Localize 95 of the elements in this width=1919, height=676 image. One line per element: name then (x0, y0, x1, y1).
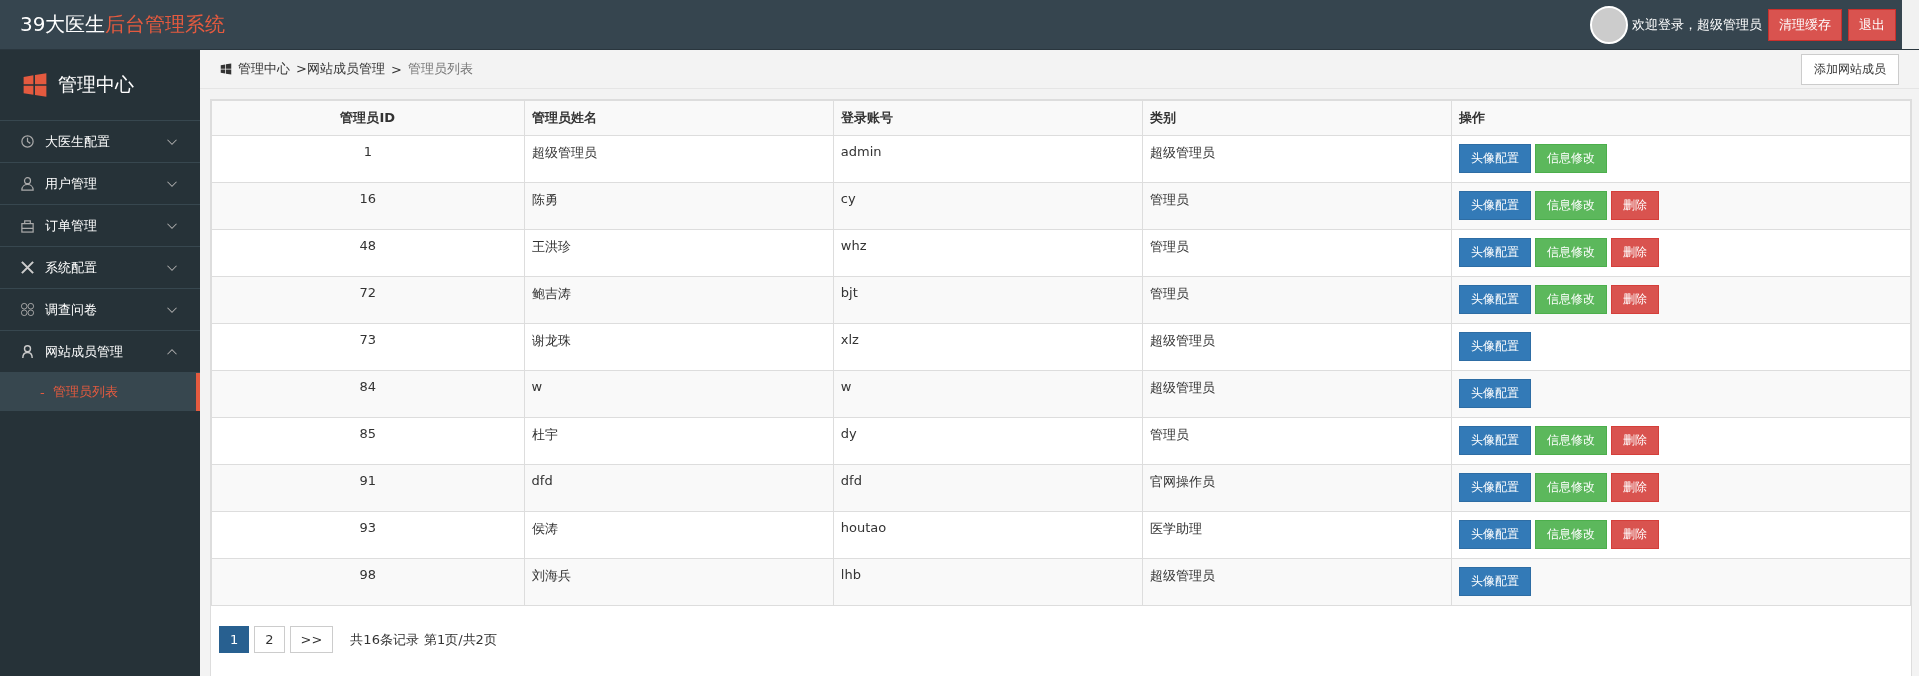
grid-icon (20, 302, 35, 317)
table-cell-text: houtao (840, 519, 887, 535)
table-cell-text: 超级管理员 (531, 144, 597, 162)
edit-info-button[interactable]: 信息修改 (1535, 191, 1608, 220)
breadcrumb-link[interactable]: >网站成员管理 (296, 60, 385, 78)
column-header: 管理员姓名 (524, 100, 834, 136)
table-cell-text: whz (840, 237, 867, 253)
clear-cache-button[interactable]: 清理缓存 (1768, 8, 1842, 41)
delete-button[interactable]: 删除 (1611, 473, 1660, 502)
table-cell-text: 官网操作员 (1150, 473, 1215, 491)
delete-button[interactable]: 删除 (1611, 191, 1660, 220)
table-cell-text: dfd (840, 472, 862, 488)
table-cell-text: 84 (359, 378, 377, 394)
table-cell-text: 98 (359, 566, 377, 582)
bullet-text: - (40, 384, 45, 400)
record-count: 共16条记录 (350, 630, 419, 649)
table-cell-text: 93 (359, 519, 377, 535)
avatar-config-button[interactable]: 头像配置 (1459, 238, 1532, 267)
clock-icon (20, 134, 35, 149)
table-cell-text: 超级管理员 (1150, 332, 1215, 350)
table-cell-text: 超级管理员 (1150, 567, 1215, 585)
table-cell-text: 48 (359, 237, 377, 253)
table-cell-text: 刘海兵 (531, 567, 571, 585)
table-cell-text: admin (840, 143, 882, 159)
edit-info-button[interactable]: 信息修改 (1535, 473, 1608, 502)
page-button[interactable]: 2 (254, 626, 285, 653)
table-cell-text: 72 (359, 284, 377, 300)
delete-button[interactable]: 删除 (1611, 426, 1660, 455)
avatar-config-button[interactable]: 头像配置 (1459, 473, 1532, 502)
table-cell-text: w (840, 378, 852, 394)
avatar-config-button[interactable]: 头像配置 (1459, 285, 1532, 314)
submenu-item[interactable]: - 管理员列表 (0, 373, 200, 411)
edit-info-button[interactable]: 信息修改 (1535, 426, 1608, 455)
windows-logo-icon (22, 72, 48, 98)
column-header: 类别 (1142, 100, 1452, 136)
table-cell-text: 85 (359, 425, 377, 441)
bag-icon (20, 218, 35, 233)
table-cell-text: lhb (840, 566, 861, 582)
edit-info-button[interactable]: 信息修改 (1535, 238, 1608, 267)
edit-info-button[interactable]: 信息修改 (1535, 144, 1608, 173)
delete-button[interactable]: 删除 (1611, 520, 1660, 549)
table-cell-text: bjt (840, 284, 858, 300)
table-cell-text: 王洪珍 (531, 238, 571, 256)
table-cell-text: 鲍吉涛 (531, 285, 571, 303)
breadcrumb-current: 管理员列表 (407, 60, 473, 78)
table-cell-text: 医学助理 (1150, 520, 1202, 538)
table-cell-text: 管理员 (1150, 191, 1189, 209)
delete-button[interactable]: 删除 (1611, 285, 1660, 314)
column-header: 管理员ID (211, 100, 525, 136)
submenu-label: 管理员列表 (52, 383, 118, 401)
table-cell-text: 管理员 (1150, 426, 1189, 444)
welcome-text: 欢迎登录，超级管理员 (1632, 15, 1762, 34)
page-info: 第1页/共2页 (423, 630, 497, 649)
table-cell-text: 管理员 (1150, 285, 1189, 303)
column-header: 登录账号 (833, 100, 1143, 136)
table-cell-text: w (531, 378, 543, 394)
user-icon (20, 176, 35, 191)
avatar-icon (1590, 5, 1628, 44)
avatar-config-button[interactable]: 头像配置 (1459, 144, 1532, 173)
next-page-button[interactable]: >> (289, 626, 334, 653)
table-cell-text: 管理员 (1150, 238, 1189, 256)
add-member-button[interactable]: 添加网站成员 (1801, 53, 1899, 85)
edit-info-button[interactable]: 信息修改 (1535, 520, 1608, 549)
table-cell-text: 16 (359, 190, 377, 206)
table-cell-text: dfd (531, 472, 553, 488)
table-cell-text: cy (840, 190, 856, 206)
table-cell-text: 侯涛 (531, 520, 558, 538)
user-icon (20, 344, 35, 359)
avatar-config-button[interactable]: 头像配置 (1459, 520, 1532, 549)
table-cell-text: 1 (363, 143, 372, 159)
logout-button[interactable]: 退出 (1848, 8, 1896, 41)
avatar-config-button[interactable]: 头像配置 (1459, 191, 1532, 220)
sidebar-title: 管理中心 (58, 72, 134, 97)
windows-logo-icon (220, 63, 232, 75)
avatar-config-button[interactable]: 头像配置 (1459, 426, 1532, 455)
table-cell-text: xlz (840, 331, 859, 347)
table-cell-text: 超级管理员 (1150, 144, 1215, 162)
scrollbar[interactable] (1902, 0, 1919, 49)
table-cell-text: 超级管理员 (1150, 379, 1215, 397)
table-cell-text: 谢龙珠 (531, 332, 571, 350)
column-header: 操作 (1451, 100, 1911, 136)
edit-info-button[interactable]: 信息修改 (1535, 285, 1608, 314)
page-button[interactable]: 1 (219, 626, 250, 653)
table-cell-text: 陈勇 (531, 191, 558, 209)
breadcrumb-link[interactable]: 管理中心 (238, 60, 290, 78)
table-cell-text: 杜宇 (531, 426, 558, 444)
table-cell-text: 73 (359, 331, 377, 347)
delete-button[interactable]: 删除 (1611, 238, 1660, 267)
breadcrumb-text: > (390, 61, 402, 77)
table-cell-text: 91 (359, 472, 377, 488)
avatar-config-button[interactable]: 头像配置 (1459, 567, 1532, 596)
table-cell-text: dy (840, 425, 857, 441)
avatar-config-button[interactable]: 头像配置 (1459, 379, 1532, 408)
app-title: 39大医生后台管理系统 (20, 11, 226, 38)
avatar-config-button[interactable]: 头像配置 (1459, 332, 1532, 361)
